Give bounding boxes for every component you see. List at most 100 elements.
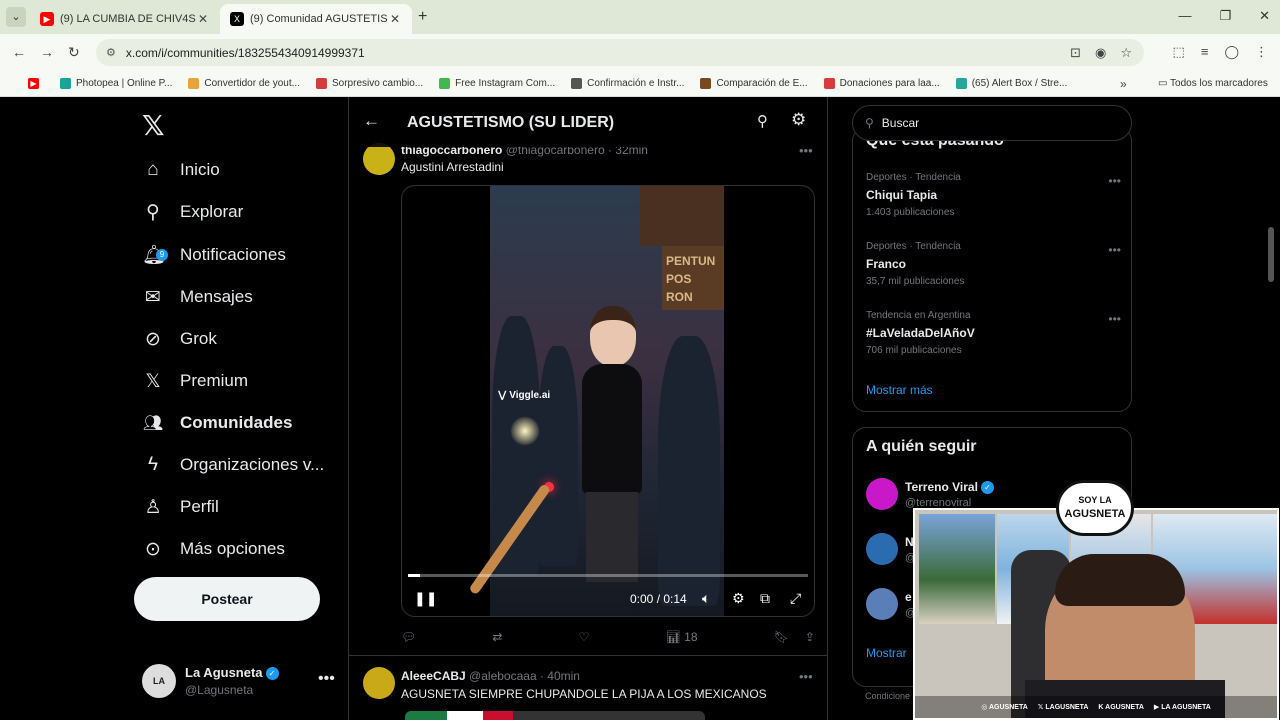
volume-icon[interactable]: 🔈︎ xyxy=(702,590,710,607)
new-tab-icon[interactable]: + xyxy=(418,8,427,26)
tracking-eye-icon[interactable]: ◉ xyxy=(1095,45,1106,61)
handle-text: AGUSNETA xyxy=(989,704,1028,711)
more-dots-icon[interactable]: ••• xyxy=(318,670,335,688)
bookmark-item[interactable]: Comparación de E... xyxy=(700,78,808,89)
video-scene-body xyxy=(582,364,642,494)
pause-icon[interactable]: ❚❚ xyxy=(414,590,437,607)
close-tab-icon[interactable]: ✕ xyxy=(196,12,210,26)
extensions-icon[interactable]: ⬚ xyxy=(1173,44,1185,60)
follow-show-more-link[interactable]: Mostrar xyxy=(866,646,907,660)
bookmark-star-icon[interactable]: ☆ xyxy=(1120,45,1132,61)
tab-search-icon[interactable]: ⌄ xyxy=(6,7,26,27)
nav-premium[interactable]: 𝕏 Premium xyxy=(142,361,248,401)
picture-in-picture-icon[interactable]: ⧉ xyxy=(760,590,770,607)
search-icon[interactable]: ⚲ xyxy=(757,112,768,130)
follow-avatar[interactable] xyxy=(866,588,898,620)
site-info-icon[interactable]: ⚙ xyxy=(106,46,116,59)
back-icon[interactable]: ← xyxy=(12,44,26,60)
x-logo-icon[interactable]: 𝕏 xyxy=(142,109,165,142)
footer-links[interactable]: Condicione xyxy=(865,691,910,701)
video-player[interactable]: PENTUN POS RON ⋁ Viggle.ai ❚❚ 0:00 / 0:1… xyxy=(401,185,815,617)
bookmark-item[interactable]: Sorpresivo cambio... xyxy=(315,78,423,89)
back-arrow-icon[interactable]: ← xyxy=(363,111,380,131)
show-more-link[interactable]: Mostrar más xyxy=(866,383,933,397)
youtube-handle: ▶ LA AGUSNETA xyxy=(1153,704,1211,711)
bookmark-item[interactable]: Donaciones para laa... xyxy=(823,78,940,89)
minimize-icon[interactable]: — xyxy=(1178,8,1191,24)
tweet-media-preview[interactable] xyxy=(405,711,705,720)
reload-icon[interactable]: ↻ xyxy=(68,44,80,61)
follow-avatar[interactable] xyxy=(866,533,898,565)
repost-icon[interactable]: ⇄ xyxy=(492,630,502,648)
trend-item[interactable]: Tendencia en Argentina #LaVeladaDelAñoV … xyxy=(866,310,1121,356)
bookmark-label: Convertidor de yout... xyxy=(204,78,300,89)
trend-item[interactable]: Deportes · Tendencia Chiqui Tapia 1.403 … xyxy=(866,172,1121,218)
tweet-avatar[interactable] xyxy=(363,667,395,699)
avatar: LA xyxy=(142,664,176,698)
views-count[interactable]: 📊︎ 18 xyxy=(666,630,698,648)
video-settings-icon[interactable]: ⚙ xyxy=(732,590,745,607)
video-scene-wall xyxy=(640,186,724,246)
tweet-actions-right: 🔖︎ ⇪ xyxy=(774,630,815,648)
url-text: x.com/i/communities/1832554340914999371 xyxy=(125,45,365,60)
menu-kebab-icon[interactable]: ⋮ xyxy=(1255,44,1268,60)
nav-explorar[interactable]: ⚲ Explorar xyxy=(142,192,243,232)
nav-notificaciones[interactable]: 🔔︎ 9 Notificaciones xyxy=(142,235,286,275)
bookmark-item[interactable]: Confirmación e Instr... xyxy=(571,78,684,89)
trend-context: Deportes · Tendencia xyxy=(866,172,961,183)
restore-icon[interactable]: ❐ xyxy=(1219,8,1231,24)
nav-mas-opciones[interactable]: ⊙ Más opciones xyxy=(142,529,285,569)
gear-icon[interactable]: ⚙ xyxy=(791,110,806,130)
profile-handle: @Lagusneta xyxy=(185,683,254,697)
nav-comunidades[interactable]: 👥︎ Comunidades xyxy=(142,403,293,443)
tab-x-community[interactable]: X (9) Comunidad AGUSTETISMO ✕ xyxy=(220,4,412,34)
forward-icon[interactable]: → xyxy=(40,44,54,60)
more-dots-icon[interactable]: ••• xyxy=(799,669,813,684)
all-bookmarks[interactable]: ▭ Todos los marcadores xyxy=(1158,78,1268,89)
reply-icon[interactable]: 💬︎ xyxy=(401,630,416,648)
profile-icon[interactable]: ◯ xyxy=(1224,44,1239,60)
nav-perfil[interactable]: ♙ Perfil xyxy=(142,487,218,527)
like-icon[interactable]: ♡ xyxy=(579,630,590,648)
nav-inicio[interactable]: ⌂ Inicio xyxy=(142,150,219,190)
address-bar[interactable]: ⚙ x.com/i/communities/183255434091499937… xyxy=(96,39,1144,66)
share-icon[interactable]: ⇪ xyxy=(805,630,815,648)
tab-youtube[interactable]: ▶ (9) LA CUMBIA DE CHIV4S - Mi ✕ xyxy=(30,4,220,34)
bookmark-item[interactable]: Free Instagram Com... xyxy=(439,78,555,89)
video-scene-legs xyxy=(586,492,638,582)
nav-label: Notificaciones xyxy=(180,245,286,264)
more-dots-icon[interactable]: ••• xyxy=(1108,312,1121,326)
bookmark-youtube[interactable]: ▶ xyxy=(28,78,44,89)
nav-grok[interactable]: ⊘ Grok xyxy=(142,319,217,359)
install-icon[interactable]: ⊡ xyxy=(1070,45,1081,61)
video-frame[interactable]: PENTUN POS RON ⋁ Viggle.ai xyxy=(468,186,724,616)
more-dots-icon[interactable]: ••• xyxy=(1108,243,1121,257)
nav-organizaciones[interactable]: ϟ Organizaciones v... xyxy=(142,445,324,485)
follow-name[interactable]: e xyxy=(905,590,912,604)
more-bookmarks-icon[interactable]: » xyxy=(1120,77,1127,91)
bookmark-item[interactable]: Convertidor de yout... xyxy=(188,78,300,89)
nav-mensajes[interactable]: ✉ Mensajes xyxy=(142,277,253,317)
post-button[interactable]: Postear xyxy=(134,577,320,621)
bookmark-item[interactable]: Photopea | Online P... xyxy=(60,78,172,89)
verified-badge-icon: ✓ xyxy=(980,481,994,495)
home-icon: ⌂ xyxy=(147,159,159,180)
tweet-avatar[interactable] xyxy=(363,143,395,175)
media-icon[interactable]: ≡ xyxy=(1201,44,1209,60)
close-window-icon[interactable]: ✕ xyxy=(1259,8,1270,24)
search-input[interactable]: ⚲ Buscar xyxy=(852,105,1132,141)
fullscreen-icon[interactable]: ⤢ xyxy=(790,590,801,607)
tweet-author[interactable]: AleeeCABJ @alebocaaa · 40min xyxy=(401,669,580,683)
trend-count: 1.403 publicaciones xyxy=(866,207,955,218)
follow-avatar[interactable] xyxy=(866,478,898,510)
close-tab-icon[interactable]: ✕ xyxy=(388,12,402,26)
bookmark-icon[interactable]: 🔖︎ xyxy=(774,630,789,648)
video-progress-bar[interactable] xyxy=(408,574,808,577)
more-dots-icon[interactable]: ••• xyxy=(1108,174,1121,188)
account-switcher[interactable]: LA La Agusneta ✓ @Lagusneta ••• xyxy=(142,662,342,702)
page-scrollbar[interactable] xyxy=(1268,227,1274,282)
follow-name[interactable]: Terreno Viral ✓ xyxy=(905,480,994,495)
trend-item[interactable]: Deportes · Tendencia Franco 35,7 mil pub… xyxy=(866,241,1121,287)
bookmark-item[interactable]: (65) Alert Box / Stre... xyxy=(955,78,1067,89)
bookmark-label: Confirmación e Instr... xyxy=(587,78,685,89)
